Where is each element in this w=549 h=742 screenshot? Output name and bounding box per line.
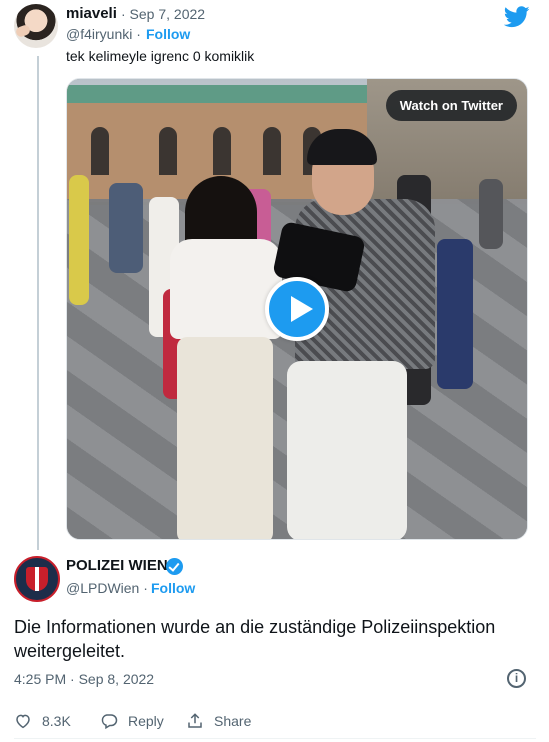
author-name[interactable]: POLIZEI WIEN [66, 557, 168, 574]
share-button[interactable]: Share [186, 710, 251, 732]
parent-author-handle[interactable]: @f4iryunki · [66, 26, 141, 42]
avatar[interactable] [14, 556, 60, 602]
info-icon[interactable]: i [507, 669, 526, 688]
follow-link[interactable]: Follow [151, 580, 195, 596]
coat-of-arms-icon [26, 567, 48, 591]
watch-on-twitter-button[interactable]: Watch on Twitter [385, 90, 517, 121]
share-label: Share [214, 713, 252, 729]
parent-tweet-date[interactable]: · Sep 7, 2022 [121, 6, 205, 22]
reply-label: Reply [128, 713, 164, 729]
tweet-timestamp[interactable]: 4:25 PM · Sep 8, 2022 [14, 671, 154, 687]
like-button[interactable]: 8.3K [14, 710, 71, 732]
share-icon [188, 713, 202, 728]
like-count: 8.3K [42, 713, 71, 729]
thread-connector-line [37, 56, 39, 550]
parent-author-name[interactable]: miaveli [66, 5, 117, 22]
play-icon[interactable] [265, 277, 329, 341]
parent-follow-link[interactable]: Follow [146, 26, 190, 42]
avatar[interactable] [14, 4, 58, 48]
verified-badge-icon[interactable] [166, 558, 183, 575]
author-handle[interactable]: @LPDWien · [66, 580, 148, 596]
divider [14, 738, 536, 739]
heart-icon [16, 714, 30, 729]
twitter-bird-icon[interactable] [504, 6, 530, 28]
parent-tweet-text: tek kelimeyle igrenc 0 komiklik [66, 48, 255, 64]
reply-bubble-icon [101, 714, 118, 730]
video-player[interactable]: Watch on Twitter [66, 78, 528, 540]
reply-button[interactable]: Reply [100, 710, 164, 732]
tweet-text: Die Informationen wurde an die zuständig… [14, 617, 496, 661]
